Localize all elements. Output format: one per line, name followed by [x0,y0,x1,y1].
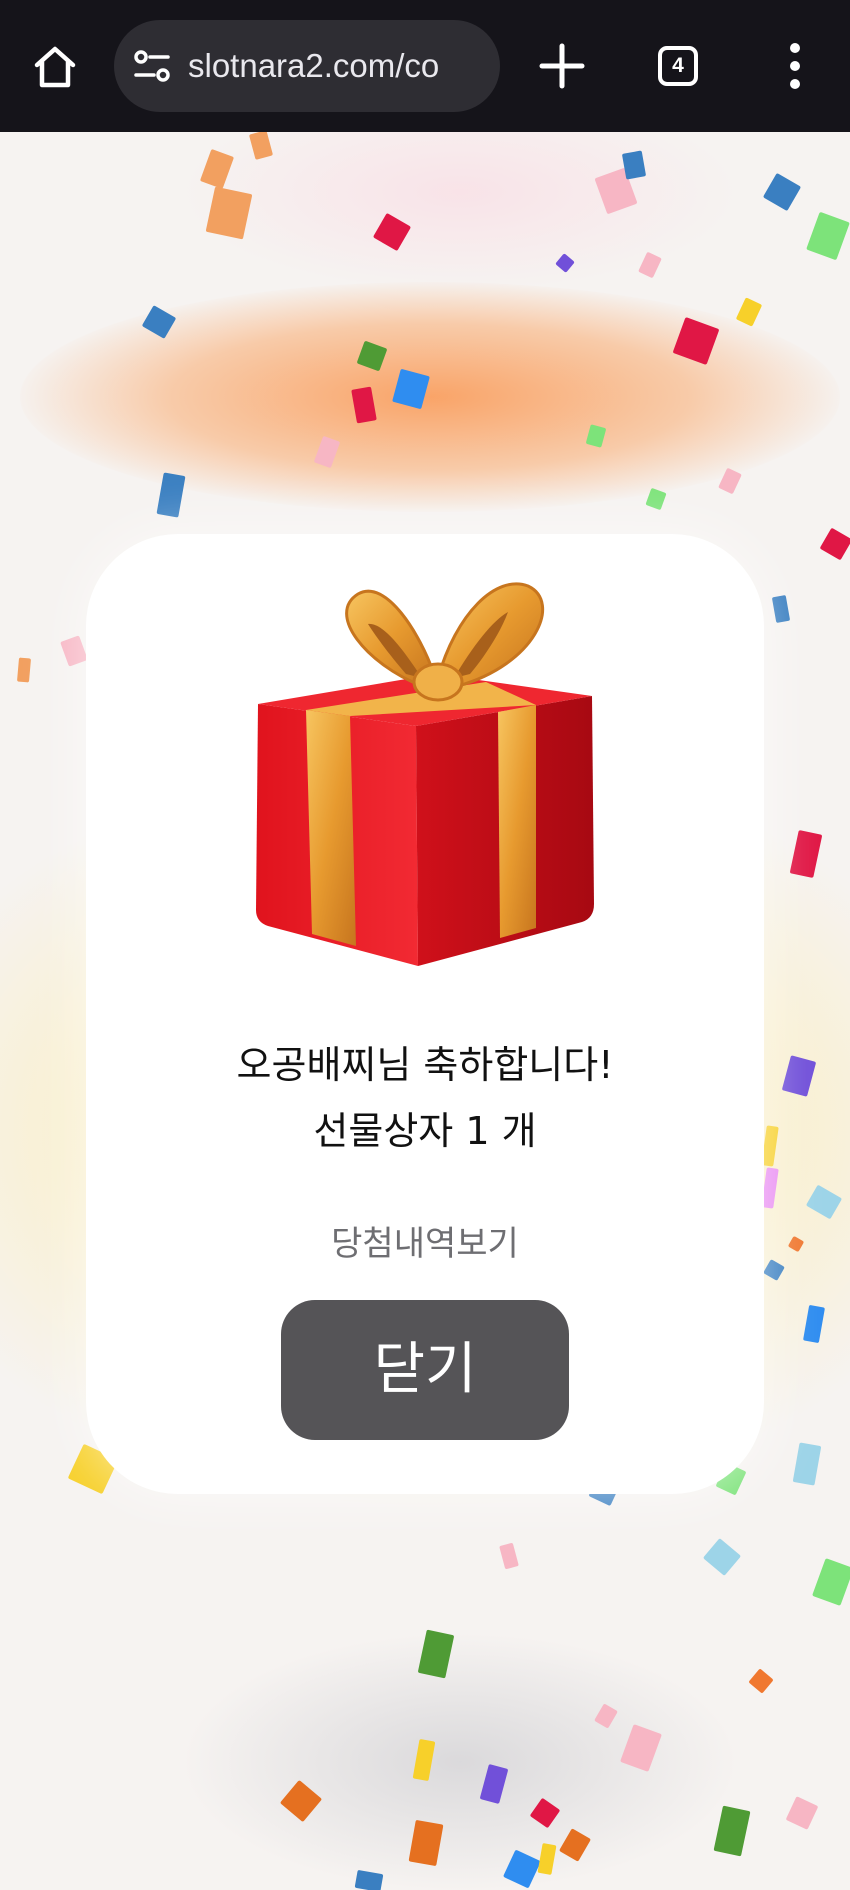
confetti-piece [806,211,850,261]
address-bar[interactable]: slotnara2.com/co [114,20,500,112]
confetti-piece [702,1538,742,1576]
confetti-piece [785,1796,819,1830]
gift-box-icon [256,582,594,966]
confetti-piece [60,635,88,667]
tab-switcher-button[interactable]: 4 [658,46,698,86]
url-text[interactable]: slotnara2.com/co [188,42,490,90]
confetti-piece [748,1668,774,1694]
prize-text: 선물상자 1 개 [313,1109,537,1153]
congrats-message: 오공배찌님 축하합니다! [236,1043,614,1087]
home-icon [34,46,76,88]
close-button[interactable]: 닫기 [281,1300,569,1440]
confetti-piece [713,1805,751,1857]
reward-dialog: 오공배찌님 축하합니다! 선물상자 1 개 당첨내역보기 닫기 [86,534,764,1494]
home-button[interactable] [26,38,84,96]
background-glow [20,282,840,512]
view-history-link[interactable]: 당첨내역보기 [86,1216,764,1265]
site-settings-icon[interactable] [132,48,172,84]
page-content: 오공배찌님 축하합니다! 선물상자 1 개 당첨내역보기 닫기 [0,132,850,1890]
browser-toolbar: slotnara2.com/co 4 [0,0,850,132]
confetti-piece [812,1558,850,1606]
confetti-piece [771,594,791,624]
confetti-piece [499,1542,519,1570]
new-tab-icon[interactable] [532,36,592,96]
confetti-piece [354,1869,384,1890]
confetti-piece [819,527,850,561]
confetti-piece [762,172,802,212]
confetti-piece [621,150,647,180]
confetti-piece [792,1442,822,1486]
more-menu-icon[interactable] [770,40,820,92]
background-glow [180,1632,740,1890]
confetti-piece [16,657,32,683]
